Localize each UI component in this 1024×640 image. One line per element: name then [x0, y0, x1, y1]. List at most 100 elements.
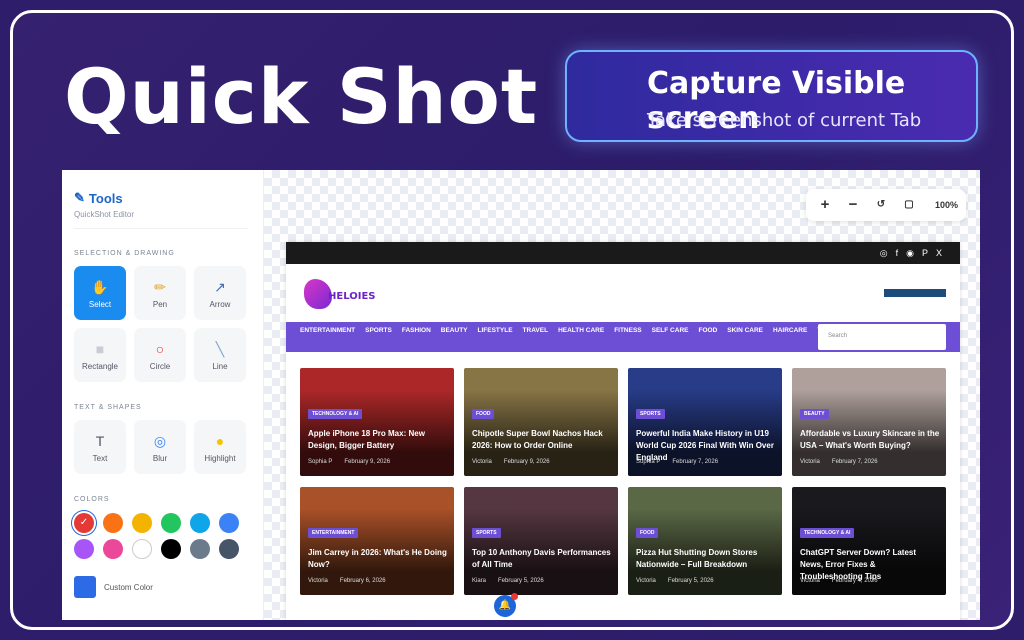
nav-item[interactable]: LIFESTYLE [478, 324, 513, 337]
social-icon[interactable]: f [896, 248, 899, 258]
color-swatch[interactable] [103, 513, 123, 533]
article-title[interactable]: Affordable vs Luxury Skincare in the USA… [800, 428, 940, 452]
zoom-in-button[interactable]: + [814, 194, 836, 216]
nav-item[interactable]: TRAVEL [523, 324, 549, 337]
tool-blur[interactable]: ◎ Blur [134, 420, 186, 474]
tool-text[interactable]: T Text [74, 420, 126, 474]
color-swatch[interactable] [190, 513, 210, 533]
nav-item[interactable]: BEAUTY [441, 324, 468, 337]
tool-label: Line [212, 362, 228, 371]
article-title[interactable]: Top 10 Anthony Davis Performances of All… [472, 547, 612, 571]
article-card[interactable]: BEAUTY Affordable vs Luxury Skincare in t… [792, 368, 946, 476]
article-title[interactable]: Pizza Hut Shutting Down Stores Nationwid… [636, 547, 776, 571]
article-author: Victoria [800, 578, 820, 584]
zoom-out-button[interactable]: − [842, 194, 864, 216]
color-swatch[interactable] [74, 539, 94, 559]
category-badge: FOOD [472, 409, 495, 419]
nav-item[interactable]: ENTERTAINMENT [300, 324, 355, 337]
color-swatch[interactable] [219, 513, 239, 533]
section-text-shapes: TEXT & SHAPES [74, 404, 142, 411]
color-swatch[interactable] [132, 539, 152, 559]
social-icon[interactable]: P [922, 248, 928, 258]
fit-screen-button[interactable]: ▢ [898, 194, 920, 216]
tool-select[interactable]: ✋ Select [74, 266, 126, 320]
tool-circle[interactable]: ○ Circle [134, 328, 186, 382]
tool-label: Highlight [204, 454, 236, 463]
tool-pen[interactable]: ✏ Pen [134, 266, 186, 320]
article-author: Victoria [636, 578, 656, 584]
section-colors: COLORS [74, 496, 110, 503]
article-date: February 6, 2026 [339, 578, 386, 584]
social-icon[interactable]: X [936, 248, 942, 258]
category-badge: SPORTS [472, 528, 501, 538]
tool-label: Rectangle [81, 362, 119, 371]
color-swatch[interactable] [132, 513, 152, 533]
color-swatch[interactable] [219, 539, 239, 559]
divider [74, 228, 248, 229]
header-banner [884, 289, 946, 297]
article-card[interactable]: FOOD Pizza Hut Shutting Down Stores Natio… [628, 487, 782, 595]
article-card[interactable]: TECHNOLOGY & AI Apple iPhone 18 Pro Max: … [300, 368, 454, 476]
article-date: February 7, 2026 [831, 459, 878, 465]
category-badge: SPORTS [636, 409, 665, 419]
tool-label: Text [92, 454, 108, 463]
article-author: Victoria [800, 459, 820, 465]
article-date: February 5, 2026 [667, 578, 714, 584]
article-date: February 7, 2026 [672, 459, 719, 465]
nav-item[interactable]: HAIRCARE [773, 324, 807, 337]
article-card[interactable]: SPORTS Top 10 Anthony Davis Performances … [464, 487, 618, 595]
color-swatch[interactable] [190, 539, 210, 559]
article-date: February 9, 2026 [503, 459, 550, 465]
nav-item[interactable]: HEALTH CARE [558, 324, 604, 337]
category-badge: ENTERTAINMENT [308, 528, 359, 538]
tool-arrow[interactable]: ↗ Arrow [194, 266, 246, 320]
nav-item[interactable]: SPORTS [365, 324, 392, 337]
color-swatch[interactable] [103, 539, 123, 559]
tool-line[interactable]: ╲ Line [194, 328, 246, 382]
category-badge: FOOD [636, 528, 659, 538]
blur-icon: ◎ [153, 433, 167, 449]
zoom-level: 100% [934, 200, 958, 210]
editor-window: ✎ Tools QuickShot Editor SELECTION & DRA… [62, 170, 980, 620]
article-author: Sophia P [636, 459, 661, 465]
pencil-icon: ✎ [74, 190, 85, 205]
site-search-input: Search [818, 324, 946, 350]
custom-color[interactable]: Custom Color [74, 576, 153, 598]
article-card[interactable]: FOOD Chipotle Super Bowl Nachos Hack 2026… [464, 368, 618, 476]
social-icon[interactable]: ◎ [880, 248, 888, 259]
highlight-icon: ● [215, 433, 225, 449]
tool-label: Select [88, 300, 112, 309]
nav-item[interactable]: SELF CARE [652, 324, 689, 337]
nav-item[interactable]: SKIN CARE [727, 324, 763, 337]
nav-item[interactable]: FASHION [402, 324, 431, 337]
notification-bell-icon[interactable]: 🔔 [494, 593, 518, 617]
custom-color-swatch[interactable] [74, 576, 96, 598]
social-icon[interactable]: ◉ [906, 248, 914, 259]
tool-highlight[interactable]: ● Highlight [194, 420, 246, 474]
tool-label: Blur [152, 454, 168, 463]
nav-item[interactable]: FITNESS [614, 324, 641, 337]
category-badge: BEAUTY [800, 409, 829, 419]
reset-zoom-button[interactable]: ↺ [870, 194, 892, 216]
tools-header: ✎ Tools [74, 190, 123, 206]
site-header: HELOIES [286, 264, 960, 322]
article-title[interactable]: Jim Carrey in 2026: What's He Doing Now? [308, 547, 448, 571]
custom-color-label: Custom Color [104, 582, 153, 592]
tool-label: Pen [152, 300, 168, 309]
captured-screenshot: ◎ f ◉ P X HELOIES ENTERTAINMENT SPORTS FASHION… [286, 242, 960, 620]
tool-rectangle[interactable]: ■ Rectangle [74, 328, 126, 382]
article-date: February 4, 2026 [831, 578, 878, 584]
article-card[interactable]: SPORTS Powerful India Make History in U19… [628, 368, 782, 476]
article-card[interactable]: TECHNOLOGY & AI ChatGPT Server Down? Late… [792, 487, 946, 595]
article-card[interactable]: ENTERTAINMENT Jim Carrey in 2026: What's … [300, 487, 454, 595]
site-logo: HELOIES [304, 279, 375, 309]
article-title[interactable]: Apple iPhone 18 Pro Max: New Design, Big… [308, 428, 448, 452]
color-swatch[interactable] [161, 539, 181, 559]
article-author: Victoria [308, 578, 328, 584]
color-swatch[interactable] [161, 513, 181, 533]
nav-item[interactable]: FOOD [698, 324, 717, 337]
article-title[interactable]: Chipotle Super Bowl Nachos Hack 2026: Ho… [472, 428, 612, 452]
editor-canvas[interactable]: + − ↺ ▢ 100% ◎ f ◉ P X HELOIES ENTERTAINMENT… [264, 170, 980, 620]
color-swatch[interactable]: ✓ [74, 513, 94, 533]
circle-icon: ○ [155, 341, 165, 357]
